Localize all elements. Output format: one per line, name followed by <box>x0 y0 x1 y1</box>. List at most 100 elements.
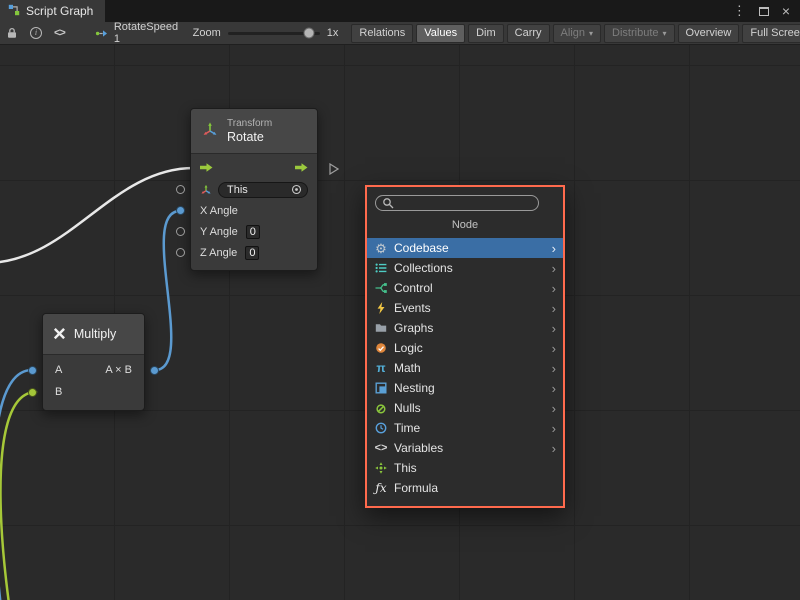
toolbar-button-overview[interactable]: Overview <box>678 24 740 43</box>
toolbar-button-dim[interactable]: Dim <box>468 24 504 43</box>
formula-icon: ƒx <box>374 482 388 494</box>
finder-item-label: Nesting <box>394 381 435 395</box>
finder-item-label: Formula <box>394 481 438 495</box>
finder-item-list: ⚙Codebase›Collections›Control›Events›Gra… <box>367 238 563 498</box>
y-angle-label: Y Angle <box>200 226 238 238</box>
x-angle-port[interactable] <box>176 206 185 215</box>
dropdown-arrow-icon: ▾ <box>589 29 593 38</box>
flow-row <box>191 158 317 179</box>
maximize-icon[interactable] <box>759 7 769 16</box>
finder-item-label: Control <box>394 281 433 295</box>
a-label: A <box>55 364 62 376</box>
z-angle-input[interactable]: 0 <box>245 246 259 260</box>
b-port[interactable] <box>28 388 37 397</box>
zoom-slider[interactable] <box>228 32 320 35</box>
object-picker-icon[interactable] <box>291 184 302 195</box>
zoom-label: Zoom <box>193 27 221 39</box>
tab-title: Script Graph <box>26 4 93 18</box>
flow-connect-hint-icon[interactable] <box>329 162 339 180</box>
toolbar-button-full-screen[interactable]: Full Screen <box>742 24 800 43</box>
finder-item-codebase[interactable]: ⚙Codebase› <box>367 238 563 258</box>
finder-item-nulls[interactable]: ⊘Nulls› <box>367 398 563 418</box>
x-angle-label: X Angle <box>200 205 238 217</box>
finder-item-this[interactable]: This <box>367 458 563 478</box>
finder-item-events[interactable]: Events› <box>367 298 563 318</box>
chevron-right-icon: › <box>552 262 556 275</box>
y-angle-row: Y Angle 0 <box>191 221 317 242</box>
b-label: B <box>55 386 62 398</box>
node-title: Multiply <box>74 327 116 341</box>
wire-to-multiply-b[interactable] <box>0 392 36 600</box>
node-rotate[interactable]: Transform Rotate <box>190 108 318 271</box>
finder-item-math[interactable]: π Math › <box>367 358 563 378</box>
chevron-right-icon: › <box>552 242 556 255</box>
this-port[interactable] <box>176 185 185 194</box>
toolbar-button-align[interactable]: Align▾ <box>553 24 601 43</box>
tab-script-graph[interactable]: Script Graph <box>0 0 105 22</box>
z-angle-row: Z Angle 0 <box>191 242 317 263</box>
toolbar-button-carry[interactable]: Carry <box>507 24 550 43</box>
info-icon[interactable]: i <box>24 27 48 39</box>
z-angle-port[interactable] <box>176 248 185 257</box>
zoom-value: 1x <box>327 27 339 39</box>
finder-item-label: Time <box>394 421 420 435</box>
finder-item-time[interactable]: Time › <box>367 418 563 438</box>
chevron-right-icon: › <box>552 362 556 375</box>
finder-item-label: Collections <box>394 261 453 275</box>
zoom-control: Zoom 1x <box>193 27 339 39</box>
finder-item-label: Nulls <box>394 401 421 415</box>
chevron-right-icon: › <box>552 342 556 355</box>
chevron-right-icon: › <box>552 382 556 395</box>
finder-item-label: Math <box>394 361 421 375</box>
finder-search-box[interactable] <box>375 195 539 211</box>
result-port[interactable] <box>150 366 159 375</box>
y-angle-port[interactable] <box>176 227 185 236</box>
this-field-value: This <box>227 184 248 196</box>
graph-toolbar: i <> RotateSpeed 1 Zoom 1x RelationsValu… <box>0 22 800 45</box>
lock-icon[interactable] <box>0 27 24 39</box>
y-angle-input[interactable]: 0 <box>246 225 260 239</box>
toolbar-toggle-buttons: RelationsValuesDimCarryAlign▾Distribute▾ <box>348 24 674 43</box>
wire-multiply-to-x-angle[interactable] <box>155 211 180 370</box>
chevron-right-icon: › <box>552 322 556 335</box>
flow-input-port[interactable] <box>200 162 213 176</box>
b-row: B <box>43 381 144 403</box>
toolbar-button-distribute[interactable]: Distribute▾ <box>604 24 674 43</box>
menu-icon[interactable]: ⋮ <box>733 3 746 19</box>
this-object-field[interactable]: This <box>218 182 308 198</box>
flow-output-port[interactable] <box>295 162 308 176</box>
toolbar-button-values[interactable]: Values <box>416 24 465 43</box>
lightning-icon <box>374 302 388 314</box>
multiply-icon: × <box>53 324 66 344</box>
finder-item-logic[interactable]: Logic › <box>367 338 563 358</box>
graph-asset-icon <box>89 27 114 40</box>
close-icon[interactable]: × <box>782 4 790 18</box>
node-category: Transform <box>227 118 272 129</box>
toolbar-button-relations[interactable]: Relations <box>351 24 413 43</box>
chevron-right-icon: › <box>552 422 556 435</box>
chevron-right-icon: › <box>552 402 556 415</box>
zoom-slider-handle[interactable] <box>303 28 314 39</box>
node-multiply[interactable]: × Multiply A A × B B <box>42 313 145 411</box>
node-header[interactable]: Transform Rotate <box>191 109 317 154</box>
chevron-right-icon: › <box>552 442 556 455</box>
finder-item-nesting[interactable]: Nesting › <box>367 378 563 398</box>
finder-item-variables[interactable]: <>Variables› <box>367 438 563 458</box>
finder-item-control[interactable]: Control› <box>367 278 563 298</box>
graph-canvas[interactable]: Transform Rotate <box>0 45 800 600</box>
pi-icon: π <box>374 362 388 374</box>
dropdown-arrow-icon: ▾ <box>663 29 667 38</box>
node-header[interactable]: × Multiply <box>43 314 144 355</box>
finder-item-collections[interactable]: Collections › <box>367 258 563 278</box>
fuzzy-finder: Node ⚙Codebase›Collections›Control›Event… <box>365 185 565 508</box>
finder-item-formula[interactable]: ƒx Formula <box>367 478 563 498</box>
finder-item-label: Logic <box>394 341 423 355</box>
graph-breadcrumb[interactable]: RotateSpeed 1 <box>114 22 179 45</box>
finder-item-label: Codebase <box>394 241 449 255</box>
this-row: This <box>191 179 317 200</box>
code-view-icon[interactable]: <> <box>48 27 71 39</box>
finder-item-graphs[interactable]: Graphs› <box>367 318 563 338</box>
transform-icon <box>201 121 219 142</box>
finder-search-input[interactable] <box>399 197 532 209</box>
a-port[interactable] <box>28 366 37 375</box>
